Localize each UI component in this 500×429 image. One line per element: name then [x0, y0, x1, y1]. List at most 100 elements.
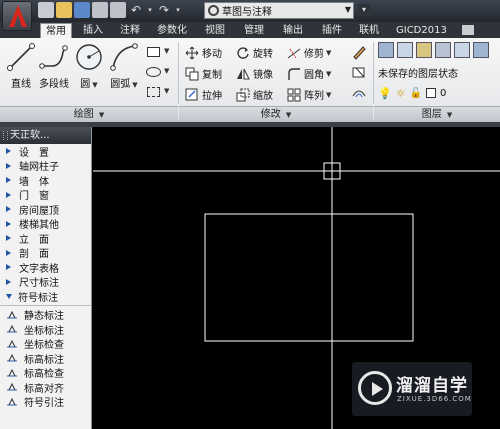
mirror-label: 镜像	[253, 70, 273, 81]
tab-online[interactable]: 联机	[354, 23, 384, 38]
triangle-right-icon	[6, 278, 11, 285]
arc-dropdown-icon[interactable]: ▼	[132, 81, 137, 89]
palette-subitem[interactable]: 坐标标注	[0, 322, 91, 337]
stretch-button[interactable]: 拉伸	[185, 87, 222, 102]
palette-subitem[interactable]: 符号引注	[0, 395, 91, 409]
draw-panel-expand-icon[interactable]: ▼	[99, 111, 104, 119]
explode-icon[interactable]	[351, 64, 369, 80]
palette-subitem[interactable]: 坐标检查	[0, 337, 91, 351]
palette-menu: 设 置轴网柱子墙 体门 窗房间屋顶 楼梯其他立 面剖 面文字表格 尺寸标注 符号标注	[0, 144, 91, 304]
layer-previous-icon[interactable]	[435, 42, 451, 58]
circle-button[interactable]: 圆 ▼	[72, 42, 106, 90]
line-button[interactable]: 直线	[4, 42, 38, 90]
modify-panel-label[interactable]: 修改 ▼	[179, 106, 373, 122]
palette-item[interactable]: 楼梯其他	[0, 217, 91, 231]
application-menu-button[interactable]	[2, 1, 32, 31]
tab-output[interactable]: 输出	[278, 23, 308, 38]
move-button[interactable]: 移动	[185, 45, 222, 60]
tab-plugins[interactable]: 插件	[317, 23, 347, 38]
palette-item[interactable]: 立 面	[0, 231, 91, 246]
triangle-right-icon	[6, 249, 11, 256]
qat-customize-icon[interactable]: ▾	[358, 4, 370, 16]
scale-button[interactable]: 缩放	[236, 87, 273, 102]
layer-isolate-icon[interactable]	[454, 42, 470, 58]
lock-icon: 🔓	[409, 87, 423, 99]
triangle-right-icon	[6, 162, 11, 169]
fillet-dropdown-icon[interactable]: ▼	[326, 70, 331, 78]
palette-item[interactable]: 轴网柱子	[0, 159, 91, 173]
tab-manage[interactable]: 管理	[239, 23, 269, 38]
tab-home[interactable]: 常用	[40, 23, 72, 38]
palette-subitem[interactable]: 静态标注	[0, 308, 91, 322]
undo-dropdown-icon[interactable]: ▾	[146, 2, 154, 18]
panel-separator	[373, 42, 374, 104]
layer-dropdown[interactable]: 💡 ☼ 🔓 0	[378, 85, 498, 101]
trim-dropdown-icon[interactable]: ▼	[326, 49, 331, 57]
layer-state-dropdown[interactable]: 未保存的图层状态	[378, 65, 458, 80]
undo-icon[interactable]: ↶	[128, 2, 144, 18]
ribbon-minimize-icon[interactable]	[462, 25, 474, 35]
workspace-selector[interactable]: 草图与注释 ▼	[204, 2, 354, 19]
erase-icon[interactable]	[351, 44, 369, 60]
redo-dropdown-icon[interactable]: ▾	[174, 2, 182, 18]
ellipse-dropdown-icon[interactable]: ▼	[164, 67, 169, 75]
rectangle-icon[interactable]: ▼	[145, 44, 169, 60]
polyline-button[interactable]: 多段线	[37, 42, 71, 90]
offset-icon[interactable]	[351, 84, 369, 100]
panel-separator	[178, 42, 179, 104]
palette-subitem[interactable]: 标高对齐	[0, 380, 91, 395]
autocad-logo-icon	[9, 5, 27, 27]
palette-item[interactable]: 墙 体	[0, 173, 91, 188]
rectangle-dropdown-icon[interactable]: ▼	[164, 47, 169, 55]
palette-item[interactable]: 剖 面	[0, 246, 91, 260]
layer-freeze-icon[interactable]	[473, 42, 489, 58]
tab-view[interactable]: 视图	[200, 23, 230, 38]
layers-panel-label[interactable]: 图层 ▼	[374, 106, 500, 122]
modify-panel-expand-icon[interactable]: ▼	[286, 111, 291, 119]
plot-icon[interactable]	[110, 2, 126, 18]
circle-dropdown-icon[interactable]: ▼	[92, 81, 97, 89]
palette-subitem[interactable]: 标高标注	[0, 351, 91, 366]
palette-subitem[interactable]: 标高检查	[0, 366, 91, 380]
triangle-right-icon	[6, 235, 11, 242]
array-button[interactable]: 阵列 ▼	[287, 87, 331, 102]
open-folder-icon[interactable]	[56, 2, 72, 18]
triangle-right-icon	[6, 148, 11, 155]
fillet-button[interactable]: 圆角 ▼	[287, 66, 331, 81]
palette-item[interactable]: 文字表格	[0, 260, 91, 275]
tab-insert[interactable]: 插入	[78, 23, 108, 38]
palette-item[interactable]: 符号标注	[0, 289, 91, 304]
trim-button[interactable]: 修剪 ▼	[287, 45, 331, 60]
stretch-label: 拉伸	[202, 91, 222, 102]
tab-parametric[interactable]: 参数化	[152, 23, 192, 38]
palette-item-label: 门 窗	[19, 191, 49, 203]
new-file-icon[interactable]	[38, 2, 54, 18]
layer-make-current-icon[interactable]	[397, 42, 413, 58]
hatch-icon[interactable]: ▼	[145, 84, 169, 100]
layer-properties-icon[interactable]	[378, 42, 394, 58]
tab-gicd2013[interactable]: GICD2013	[391, 23, 452, 38]
palette-item-label: 房间屋顶	[19, 205, 59, 217]
layer-match-icon[interactable]	[416, 42, 432, 58]
arc-button[interactable]: 圆弧 ▼	[107, 42, 141, 90]
tab-annotate[interactable]: 注释	[115, 23, 145, 38]
array-dropdown-icon[interactable]: ▼	[326, 91, 331, 99]
mirror-icon	[236, 67, 250, 81]
mirror-button[interactable]: 镜像	[236, 66, 273, 81]
redo-icon[interactable]: ↷	[156, 2, 172, 18]
palette-item[interactable]: 房间屋顶	[0, 202, 91, 217]
ellipse-icon[interactable]: ▼	[145, 64, 169, 80]
layer-color-swatch	[426, 88, 437, 98]
hatch-dropdown-icon[interactable]: ▼	[164, 87, 169, 95]
layers-panel-expand-icon[interactable]: ▼	[447, 111, 452, 119]
palette-item[interactable]: 门 窗	[0, 188, 91, 203]
draw-panel-label[interactable]: 绘图 ▼	[0, 106, 178, 122]
palette-item[interactable]: 设 置	[0, 144, 91, 159]
palette-subitem-label: 坐标标注	[24, 325, 64, 337]
copy-button[interactable]: 复制	[185, 66, 222, 81]
palette-item[interactable]: 尺寸标注	[0, 275, 91, 289]
save-icon[interactable]	[74, 2, 90, 18]
rotate-button[interactable]: 旋转	[236, 45, 273, 60]
print-icon[interactable]	[92, 2, 108, 18]
palette-title[interactable]: 天正软...	[0, 127, 91, 144]
